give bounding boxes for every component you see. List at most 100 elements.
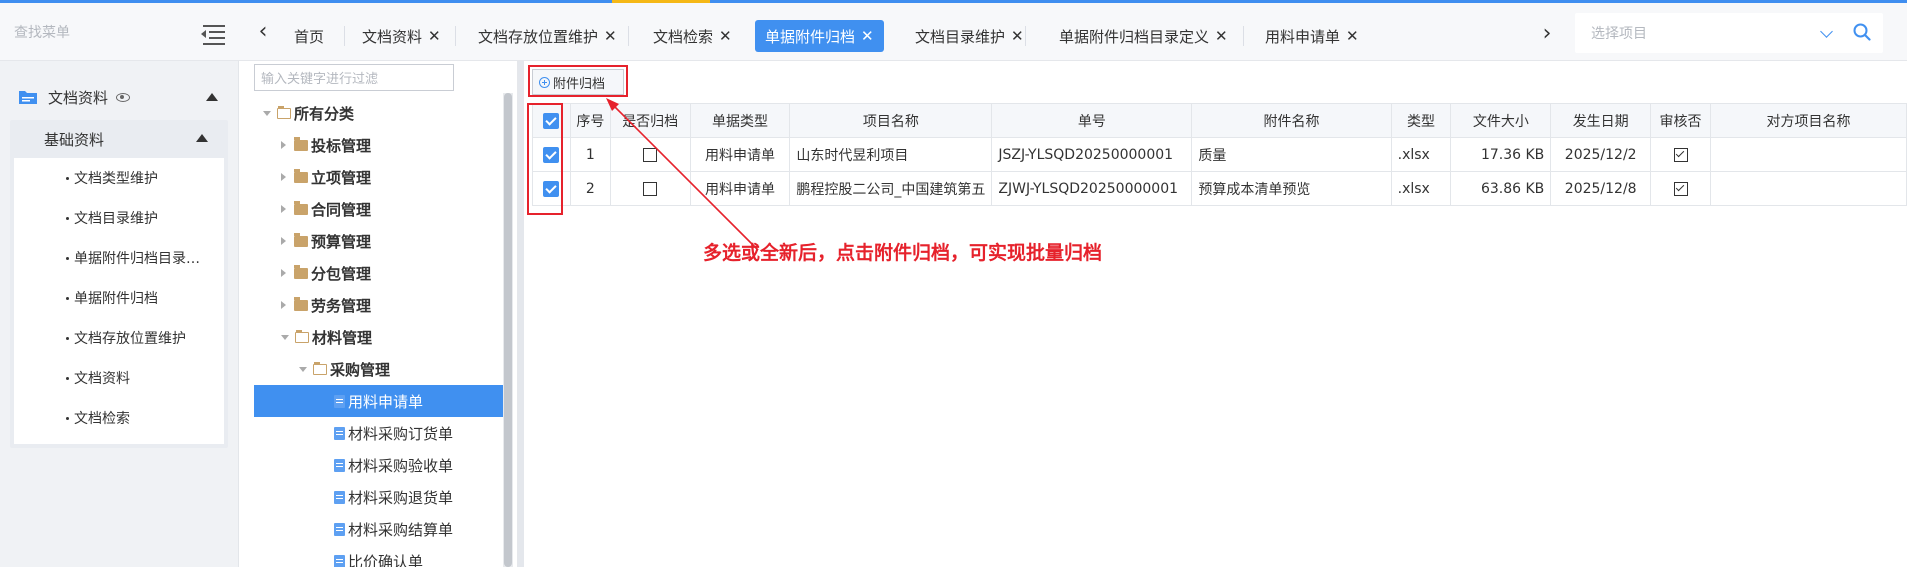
cell-ext: .xlsx [1390,137,1452,172]
column-header[interactable]: 是否归档 [609,103,691,138]
sidebar-group-docs[interactable]: 文档资料 [10,77,230,117]
cell-date: 2025/12/8 [1550,171,1652,206]
caret-down-icon[interactable] [299,366,307,372]
caret-right-icon[interactable] [281,141,286,149]
tree-node-budget[interactable]: 预算管理 [281,225,371,257]
tree-node-purchase[interactable]: 采购管理 [299,353,390,385]
cell-approved [1650,171,1711,206]
sidebar-item-attachment-archive[interactable]: 单据附件归档 [14,278,224,318]
cell-size: 17.36 KB [1450,137,1552,172]
tree-filter-input[interactable]: 输入关键字进行过滤 [254,64,454,91]
caret-right-icon[interactable] [281,173,286,181]
tree-node-purchase-return[interactable]: 材料采购退货单 [334,481,453,513]
sidebar-item-doc-type[interactable]: 文档类型维护 [14,158,224,198]
cell-code-link[interactable]: JSZJ-YLSQD20250000001 [991,137,1193,172]
tree-node-purchase-order[interactable]: 材料采购订货单 [334,417,453,449]
main-content: 附件归档 序号 是否归档 单据类型 项目名称 单号 附件名称 类型 文件大小 发… [518,61,1907,567]
eye-icon[interactable] [116,92,131,102]
folder-icon [294,232,308,247]
tree-node-material-request[interactable]: 用料申请单 [254,385,503,417]
tab-storage-location[interactable]: 文档存放位置维护 ✕ [468,20,627,52]
category-tree: 输入关键字进行过滤 所有分类 投标管理 立项管理 合同管理 预算管理 分包管理 … [253,61,518,567]
close-icon[interactable]: ✕ [428,27,441,45]
close-icon[interactable]: ✕ [1346,27,1359,45]
column-header[interactable]: 审核否 [1650,103,1711,138]
cell-code-link[interactable]: ZJWJ-YLSQD20250000001 [991,171,1193,206]
tree-node-labor[interactable]: 劳务管理 [281,289,371,321]
caret-down-icon[interactable] [263,110,271,116]
column-header[interactable]: 对方项目名称 [1709,103,1907,138]
column-header[interactable]: 文件大小 [1450,103,1552,138]
column-header[interactable]: 类型 [1390,103,1452,138]
close-icon[interactable]: ✕ [1011,27,1024,45]
tree-node-project-setup[interactable]: 立项管理 [281,161,371,193]
caret-right-icon[interactable] [281,269,286,277]
sidebar-item-storage-location[interactable]: 文档存放位置维护 [14,318,224,358]
tab-doc-search[interactable]: 文档检索 ✕ [643,20,742,52]
menu-search-input[interactable]: 查找菜单 [0,3,239,61]
caret-right-icon[interactable] [281,205,286,213]
column-header[interactable]: 项目名称 [789,103,993,138]
tree-scrollbar[interactable] [503,93,513,567]
tree-node-contract[interactable]: 合同管理 [281,193,371,225]
close-icon[interactable]: ✕ [719,27,732,45]
close-icon[interactable]: ✕ [1215,27,1228,45]
cell-archived[interactable] [609,137,691,172]
caret-right-icon[interactable] [281,301,286,309]
sidebar-item-archive-catalog[interactable]: 单据附件归档目录… [14,238,224,278]
search-icon[interactable] [1853,23,1871,41]
tab-scroll-right-icon[interactable]: › [1537,23,1557,45]
tree-node-purchase-settlement[interactable]: 材料采购结算单 [334,513,453,545]
panel-splitter[interactable] [518,61,524,567]
sidebar-item-label: 单据附件归档目录… [74,251,200,267]
sidebar-item-doc-catalog[interactable]: 文档目录维护 [14,198,224,238]
tab-attachment-archive[interactable]: 单据附件归档 ✕ [755,20,884,52]
sidebar-item-documents[interactable]: 文档资料 [14,358,224,398]
column-header[interactable]: 单据类型 [689,103,791,138]
tree-node-bidding[interactable]: 投标管理 [281,129,371,161]
column-header[interactable]: 发生日期 [1550,103,1652,138]
cell-archived[interactable] [609,171,691,206]
checkbox-empty-icon[interactable] [643,147,658,162]
sidebar-subgroup-title[interactable]: 基础资料 [10,120,228,158]
tree-node-material[interactable]: 材料管理 [281,321,372,353]
close-icon[interactable]: ✕ [861,27,874,45]
tab-doc-catalog[interactable]: 文档目录维护 ✕ [905,20,1034,52]
column-header[interactable]: 序号 [569,103,611,138]
collapse-up-icon[interactable] [206,93,218,101]
checkbox-empty-icon[interactable] [643,181,658,196]
tree-node-label: 劳务管理 [311,296,372,315]
tree-node-price-compare[interactable]: 比价确认单 [334,545,423,567]
caret-down-icon[interactable] [281,334,289,340]
collapse-up-icon[interactable] [196,134,208,142]
menu-collapse-icon[interactable] [201,23,225,45]
column-header[interactable]: 单号 [991,103,1193,138]
folder-icon [294,168,308,183]
table-row[interactable]: 1 用料申请单 山东时代昱利项目 JSZJ-YLSQD20250000001 质… [532,137,1907,172]
tab-scroll-left-icon[interactable]: ‹ [253,21,273,43]
chevron-down-icon[interactable] [1820,25,1833,38]
tree-node-subcontract[interactable]: 分包管理 [281,257,371,289]
tab-archive-catalog-def[interactable]: 单据附件归档目录定义 ✕ [1049,20,1238,52]
cell-no: 1 [569,137,611,172]
tab-divider [455,26,456,46]
table-header-row: 序号 是否归档 单据类型 项目名称 单号 附件名称 类型 文件大小 发生日期 审… [532,103,1907,138]
checkbox-ticked-icon [1673,181,1688,196]
sidebar-item-doc-search[interactable]: 文档检索 [14,398,224,438]
tree-node-all[interactable]: 所有分类 [263,97,354,129]
tab-material-request[interactable]: 用料申请单 ✕ [1255,20,1369,52]
table-row[interactable]: 2 用料申请单 鹏程控股二公司_中国建筑第五 ZJWJ-YLSQD2025000… [532,171,1907,206]
column-header[interactable]: 附件名称 [1191,103,1392,138]
tab-documents[interactable]: 文档资料 ✕ [352,20,451,52]
cell-attachment: 预算成本清单预览 [1191,171,1392,206]
tab-divider [344,26,345,46]
close-icon[interactable]: ✕ [604,27,617,45]
tab-home[interactable]: 首页 [284,20,334,52]
project-select[interactable]: 选择项目 [1575,13,1883,53]
cell-approved [1650,137,1711,172]
folder-open-icon [313,361,327,375]
tree-node-purchase-receipt[interactable]: 材料采购验收单 [334,449,453,481]
tree-scrollbar-thumb[interactable] [504,93,512,567]
tree-node-label: 投标管理 [311,136,372,155]
caret-right-icon[interactable] [281,237,286,245]
